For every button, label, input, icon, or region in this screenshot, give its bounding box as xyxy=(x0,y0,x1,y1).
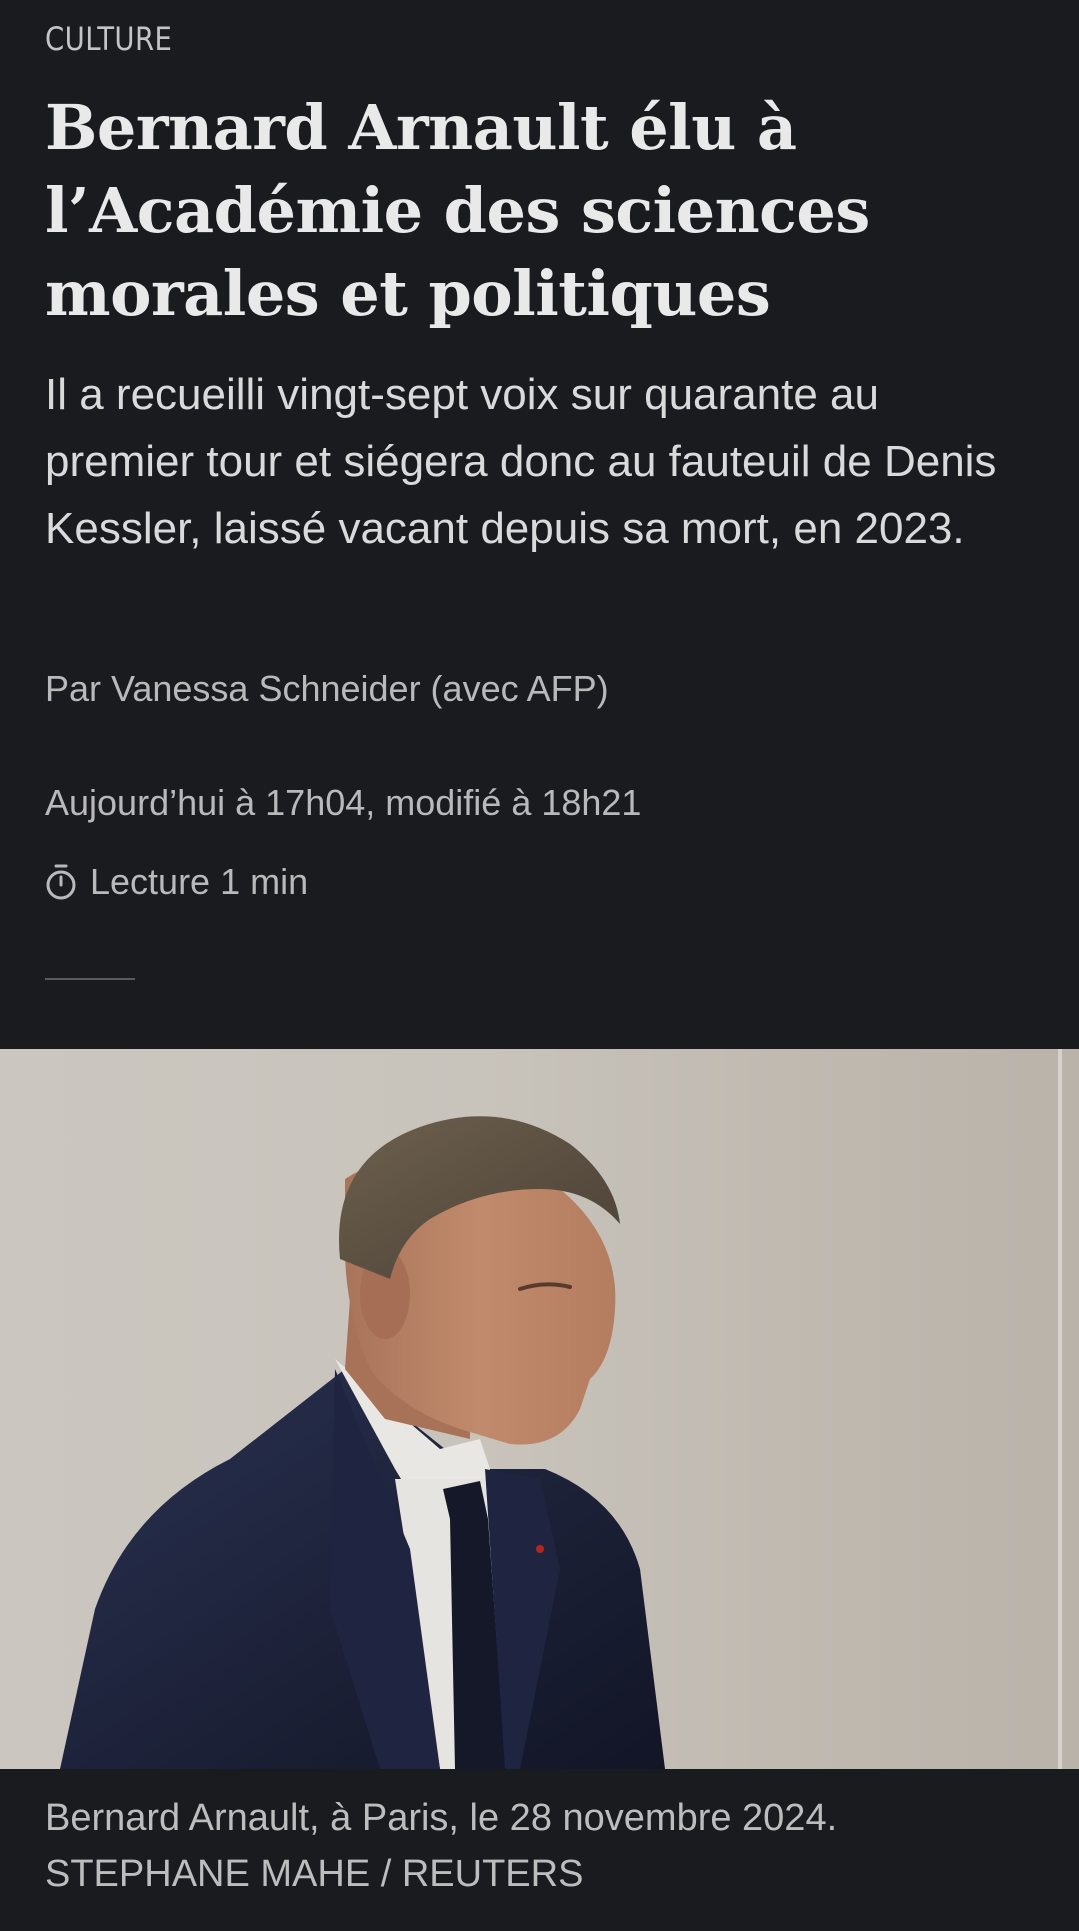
article-headline: Bernard Arnault élu à l’Académie des sci… xyxy=(45,91,870,330)
article-standfirst: Il a recueilli vingt-sept voix sur quara… xyxy=(45,370,997,553)
caption-text: Bernard Arnault, à Paris, le 28 novembre… xyxy=(45,1797,838,1839)
article-photo[interactable] xyxy=(0,1049,1079,1769)
stopwatch-icon xyxy=(45,863,77,901)
header-divider xyxy=(45,978,135,980)
photo-caption: Bernard Arnault, à Paris, le 28 novembre… xyxy=(45,1790,1045,1902)
photo-credit: STEPHANE MAHE / REUTERS xyxy=(45,1853,584,1895)
portrait-illustration xyxy=(60,1049,1062,1769)
rubric-label[interactable]: CULTURE xyxy=(45,20,172,58)
reading-time-label: Lecture 1 min xyxy=(90,861,309,902)
author-byline[interactable]: Par Vanessa Schneider (avec AFP) xyxy=(45,668,609,710)
reading-time: Lecture 1 min xyxy=(45,861,308,903)
article-header: CULTURE Bernard Arnault élu à l’Académie… xyxy=(0,0,1079,1049)
publication-date: Aujourd’hui à 17h04, modifié à 18h21 xyxy=(45,782,642,823)
